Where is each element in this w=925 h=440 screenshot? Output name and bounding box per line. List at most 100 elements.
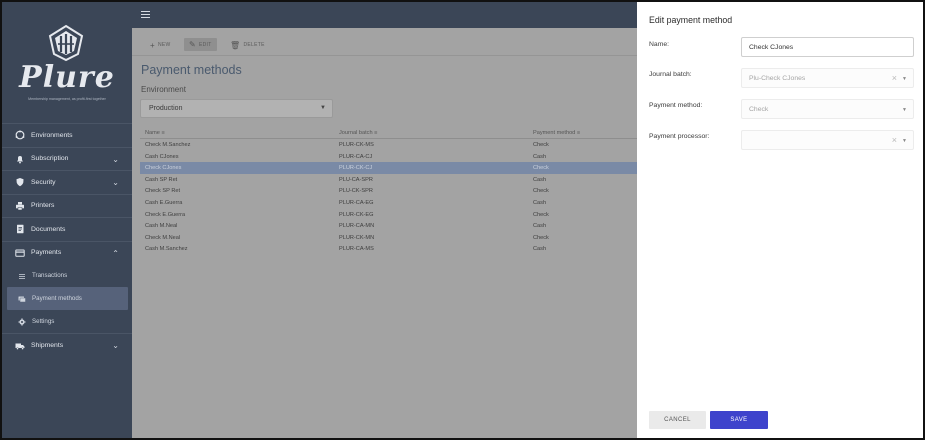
- payment-processor-label: Payment processor:: [649, 133, 710, 140]
- payment-method-select[interactable]: Check ▼: [741, 99, 914, 119]
- trash-icon: 🗑: [230, 40, 241, 50]
- journal-batch-value: Plu-Check CJones: [749, 75, 806, 82]
- cell-payment-method: Check: [533, 165, 549, 172]
- environment-select[interactable]: Production ▼: [140, 99, 333, 118]
- delete-button-label: DELETE: [243, 42, 265, 48]
- caret-down-icon: ▼: [320, 105, 326, 111]
- sidebar-item-label: Documents: [31, 225, 66, 233]
- name-field[interactable]: Check CJones: [741, 37, 914, 57]
- shield-icon: [15, 177, 25, 187]
- cell-name: Check SP Ret: [145, 188, 181, 195]
- environment-select-value: Production: [149, 105, 183, 112]
- main-content: + NEW ✎ EDIT 🗑 DELETE Payment methods En…: [132, 28, 637, 438]
- top-bar: [132, 2, 637, 28]
- cell-payment-method: Check: [533, 188, 549, 195]
- sidebar-item-label: Payments: [31, 249, 62, 257]
- sidebar-item-label: Printers: [31, 202, 55, 210]
- new-button[interactable]: + NEW: [150, 39, 171, 51]
- cell-journal-batch: PLUR-CA-CJ: [339, 153, 373, 160]
- column-header-name[interactable]: Name ≡: [145, 130, 165, 136]
- chevron-down-icon: ⌄: [112, 178, 119, 187]
- cell-payment-method: Cash: [533, 176, 547, 183]
- table-row[interactable]: Check M.Neal PLUR-CK-MN Check: [140, 232, 637, 244]
- sidebar-subitem-settings[interactable]: Settings: [2, 310, 132, 333]
- pencil-icon: ✎: [189, 40, 197, 49]
- name-field-value: Check CJones: [749, 44, 794, 51]
- sidebar-item-shipments[interactable]: Shipments ⌄: [2, 333, 132, 357]
- table-row[interactable]: Check CJones PLUR-CK-CJ Check: [140, 162, 637, 174]
- cell-name: Check CJones: [145, 165, 182, 172]
- chevron-down-icon: ⌄: [112, 154, 119, 164]
- cell-name: Cash CJones: [145, 153, 179, 160]
- toolbar: + NEW ✎ EDIT 🗑 DELETE: [132, 28, 637, 56]
- edit-button-label: EDIT: [199, 41, 212, 48]
- payment-methods-icon: [18, 295, 26, 303]
- chevron-down-icon: ⌄: [112, 341, 119, 350]
- table-row[interactable]: Cash CJones PLUR-CA-CJ Cash: [140, 151, 637, 163]
- cell-payment-method: Cash: [533, 223, 547, 230]
- sidebar: Plure Membership management, as profit-f…: [2, 2, 132, 438]
- caret-down-icon: ▼: [902, 76, 907, 82]
- table-row[interactable]: Cash M.Sanchez PLUR-CA-MS Cash: [140, 243, 637, 255]
- sidebar-nav: Environments Subscription ⌄ Security ⌄ P…: [2, 123, 132, 357]
- sidebar-subitem-label: Transactions: [32, 272, 68, 279]
- table-row[interactable]: Cash M.Neal PLUR-CA-MN Cash: [140, 220, 637, 232]
- logo-emblem-icon: [48, 24, 84, 62]
- sidebar-item-subscription[interactable]: Subscription ⌄: [2, 146, 132, 171]
- journal-batch-label: Journal batch:: [649, 71, 692, 78]
- payment-processor-select[interactable]: × ▼: [741, 130, 914, 150]
- table-row[interactable]: Check E.Guerra PLUR-CK-EG Check: [140, 209, 637, 221]
- cell-journal-batch: PLUR-CA-MN: [339, 223, 375, 230]
- cell-payment-method: Cash: [533, 153, 547, 160]
- sidebar-subitem-transactions[interactable]: Transactions: [2, 264, 132, 287]
- cell-journal-batch: PLUR-CK-MN: [339, 234, 375, 241]
- list-icon: [18, 272, 26, 280]
- payment-method-value: Check: [749, 106, 769, 113]
- cell-journal-batch: PLUR-CA-EG: [339, 199, 374, 206]
- cell-journal-batch: PLU-CK-SPR: [339, 188, 373, 195]
- sidebar-item-environments[interactable]: Environments: [2, 123, 132, 147]
- cell-name: Cash M.Sanchez: [145, 246, 188, 253]
- sidebar-item-security[interactable]: Security ⌄: [2, 170, 132, 194]
- truck-icon: [15, 341, 25, 351]
- cancel-button[interactable]: CANCEL: [649, 411, 706, 429]
- dialog-title: Edit payment method: [649, 15, 733, 25]
- table-row[interactable]: Cash SP Ret PLU-CA-SPR Cash: [140, 174, 637, 186]
- cell-name: Cash SP Ret: [145, 176, 178, 183]
- column-header-payment-method[interactable]: Payment method ≡: [533, 130, 580, 136]
- cell-payment-method: Cash: [533, 199, 547, 206]
- delete-button[interactable]: 🗑 DELETE: [230, 39, 265, 51]
- plus-icon: +: [150, 40, 155, 50]
- cell-payment-method: Check: [533, 142, 549, 148]
- hamburger-menu-icon[interactable]: [141, 11, 150, 19]
- sidebar-item-label: Environments: [31, 131, 73, 139]
- sidebar-item-label: Shipments: [31, 342, 64, 349]
- payment-methods-table: Name ≡ Journal batch ≡ Payment method ≡ …: [140, 127, 637, 255]
- sidebar-subitem-payment-methods[interactable]: Payment methods: [7, 287, 128, 310]
- journal-batch-select[interactable]: Plu-Check CJones × ▼: [741, 68, 914, 88]
- brand-name: Plure: [19, 60, 115, 95]
- brand-tagline: Membership management, as profit-first t…: [28, 97, 106, 101]
- cell-journal-batch: PLUR-CA-MS: [339, 246, 374, 253]
- clear-icon[interactable]: ×: [892, 135, 897, 145]
- table-row[interactable]: Cash E.Guerra PLUR-CA-EG Cash: [140, 197, 637, 209]
- table-row[interactable]: Check SP Ret PLU-CK-SPR Check: [140, 185, 637, 197]
- cell-payment-method: Check: [533, 211, 549, 218]
- column-header-journal-batch[interactable]: Journal batch ≡: [339, 130, 377, 136]
- sidebar-item-label: Subscription: [31, 155, 69, 163]
- new-button-label: NEW: [157, 42, 171, 48]
- logo: Plure Membership management, as profit-f…: [12, 20, 122, 102]
- cell-name: Check E.Guerra: [145, 211, 186, 218]
- clear-icon[interactable]: ×: [892, 73, 897, 83]
- sidebar-item-printers[interactable]: Printers: [2, 193, 132, 218]
- table-row[interactable]: Check M.Sanchez PLUR-CK-MS Check: [140, 139, 637, 151]
- edit-button[interactable]: ✎ EDIT: [184, 38, 217, 51]
- edit-payment-method-dialog: Edit payment method Name: Check CJones J…: [637, 2, 923, 438]
- cell-name: Cash E.Guerra: [145, 199, 183, 206]
- cell-journal-batch: PLUR-CK-EG: [339, 211, 374, 218]
- sidebar-item-documents[interactable]: Documents: [2, 217, 132, 241]
- save-button[interactable]: SAVE: [710, 411, 768, 429]
- payment-method-label: Payment method:: [649, 102, 703, 109]
- sidebar-item-label: Security: [31, 178, 56, 186]
- sidebar-item-payments[interactable]: Payments ⌃: [2, 240, 132, 265]
